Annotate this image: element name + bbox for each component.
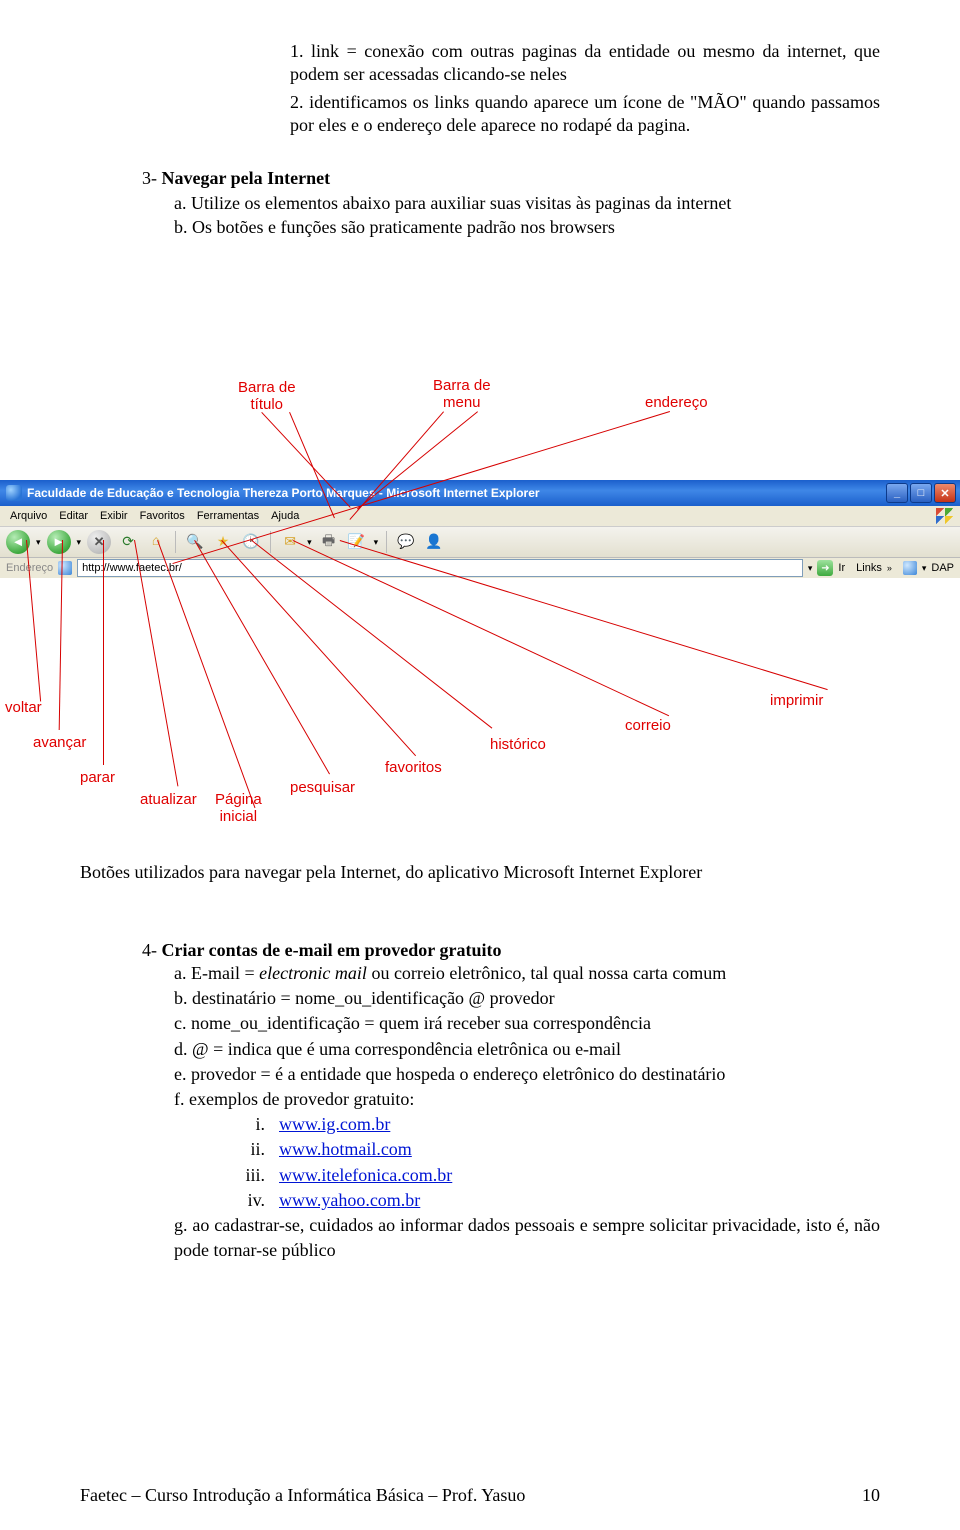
url-dropdown[interactable]: ▾ <box>808 563 813 574</box>
sec4-e: e. provedor = é a entidade que hospeda o… <box>174 1062 880 1087</box>
footer-left: Faetec – Curso Introdução a Informática … <box>80 1485 525 1506</box>
sec4-b: b. destinatário = nome_ou_identificação … <box>174 986 880 1011</box>
sec4-a: a. E-mail = electronic mail ou correio e… <box>174 961 880 986</box>
window-title: Faculdade de Educação e Tecnologia There… <box>27 486 540 500</box>
edit-dropdown[interactable]: ▾ <box>374 537 379 548</box>
page-icon <box>58 561 72 575</box>
list-item: 1. link = conexão com outras paginas da … <box>290 40 880 87</box>
go-label: Ir <box>838 562 845 574</box>
label-endereco: endereço <box>645 395 708 412</box>
windows-flag-icon <box>936 508 954 524</box>
sec4-c: c. nome_ou_identificação = quem irá rece… <box>174 1011 880 1036</box>
sec4-d: d. @ = indica que é uma correspondência … <box>174 1037 880 1062</box>
caption: Botões utilizados para navegar pela Inte… <box>80 860 880 884</box>
sec4-title: Criar contas de e-mail em provedor gratu… <box>162 940 502 960</box>
stop-button[interactable]: ✕ <box>87 530 111 554</box>
label-imprimir: imprimir <box>770 693 823 710</box>
sec3-a: a. Utilize os elementos abaixo para auxi… <box>174 191 880 215</box>
browser-window: Faculdade de Educação e Tecnologia There… <box>0 480 960 575</box>
label-avancar: avançar <box>33 735 86 752</box>
list-text: identificamos os links quando aparece um… <box>290 92 880 135</box>
menu-ajuda[interactable]: Ajuda <box>271 510 299 522</box>
sec3-num: 3- <box>142 168 157 188</box>
links-label[interactable]: Links <box>856 562 882 574</box>
list-num: 2. <box>290 92 304 112</box>
sec4-num: 4- <box>142 940 157 960</box>
label-pesquisar: pesquisar <box>290 780 355 797</box>
dap-icon <box>903 561 917 575</box>
link-yahoo[interactable]: www.yahoo.com.br <box>279 1190 420 1210</box>
links-dropdown[interactable]: » <box>887 563 892 573</box>
link-row: iii.www.itelefonica.com.br <box>235 1163 880 1188</box>
menu-exibir[interactable]: Exibir <box>100 510 128 522</box>
list-num: 1. <box>290 41 304 61</box>
dap-label[interactable]: DAP <box>931 562 954 574</box>
sec3-b: b. Os botões e funções são praticamente … <box>174 215 880 239</box>
label-barra-titulo: Barra detítulo <box>238 380 296 413</box>
list-text: link = conexão com outras paginas da ent… <box>290 41 880 84</box>
label-favoritos: favoritos <box>385 760 442 777</box>
menu-editar[interactable]: Editar <box>59 510 88 522</box>
rule-line <box>103 540 104 765</box>
toolbar: ◄ ▾ ► ▾ ✕ ⟳ ⌂ 🔍 ★ 🕑 ✉ ▾ 🖶 📝 ▾ 💬 👤 <box>0 527 960 558</box>
menu-arquivo[interactable]: Arquivo <box>10 510 47 522</box>
label-atualizar: atualizar <box>140 792 197 809</box>
footer: Faetec – Curso Introdução a Informática … <box>80 1485 880 1506</box>
label-historico: histórico <box>490 737 546 754</box>
sec3-title: Navegar pela Internet <box>162 168 331 188</box>
label-correio: correio <box>625 718 671 735</box>
menu-favoritos[interactable]: Favoritos <box>140 510 185 522</box>
link-row: ii.www.hotmail.com <box>235 1137 880 1162</box>
list-item: 2. identificamos os links quando aparece… <box>290 91 880 138</box>
print-button[interactable]: 🖶 <box>318 531 340 553</box>
label-barra-menu: Barra demenu <box>433 378 491 411</box>
link-ig[interactable]: www.ig.com.br <box>279 1114 390 1134</box>
url-input[interactable]: http://www.faetec.br/ <box>77 559 803 577</box>
link-row: iv.www.yahoo.com.br <box>235 1188 880 1213</box>
label-pagina: Páginainicial <box>215 792 262 825</box>
minimize-button[interactable]: _ <box>886 483 908 503</box>
dap-chev[interactable]: ▾ <box>922 563 927 574</box>
link-itelefonica[interactable]: www.itelefonica.com.br <box>279 1165 452 1185</box>
addressbar: Endereço http://www.faetec.br/ ▾ ➜ Ir Li… <box>0 558 960 578</box>
menubar: Arquivo Editar Exibir Favoritos Ferramen… <box>0 506 960 527</box>
page-number: 10 <box>862 1485 880 1506</box>
go-button[interactable]: ➜ <box>817 560 833 576</box>
forward-dropdown[interactable]: ▾ <box>77 537 82 548</box>
titlebar: Faculdade de Educação e Tecnologia There… <box>0 480 960 506</box>
ie-icon <box>6 485 22 501</box>
discuss-button[interactable]: 💬 <box>395 531 417 553</box>
forward-button[interactable]: ► <box>47 530 71 554</box>
back-dropdown[interactable]: ▾ <box>36 537 41 548</box>
maximize-button[interactable]: □ <box>910 483 932 503</box>
label-voltar: voltar <box>5 700 42 717</box>
link-hotmail[interactable]: www.hotmail.com <box>279 1139 412 1159</box>
close-button[interactable]: ✕ <box>934 483 956 503</box>
sec4-g: g. ao cadastrar-se, cuidados ao informar… <box>174 1213 880 1263</box>
sec4-f: f. exemplos de provedor gratuito: <box>174 1087 880 1112</box>
mail-dropdown[interactable]: ▾ <box>307 537 312 548</box>
rule-line <box>157 540 255 808</box>
menu-ferramentas[interactable]: Ferramentas <box>197 510 259 522</box>
home-button[interactable]: ⌂ <box>145 531 167 553</box>
label-parar: parar <box>80 770 115 787</box>
link-row: i.www.ig.com.br <box>235 1112 880 1137</box>
messenger-button[interactable]: 👤 <box>423 531 445 553</box>
